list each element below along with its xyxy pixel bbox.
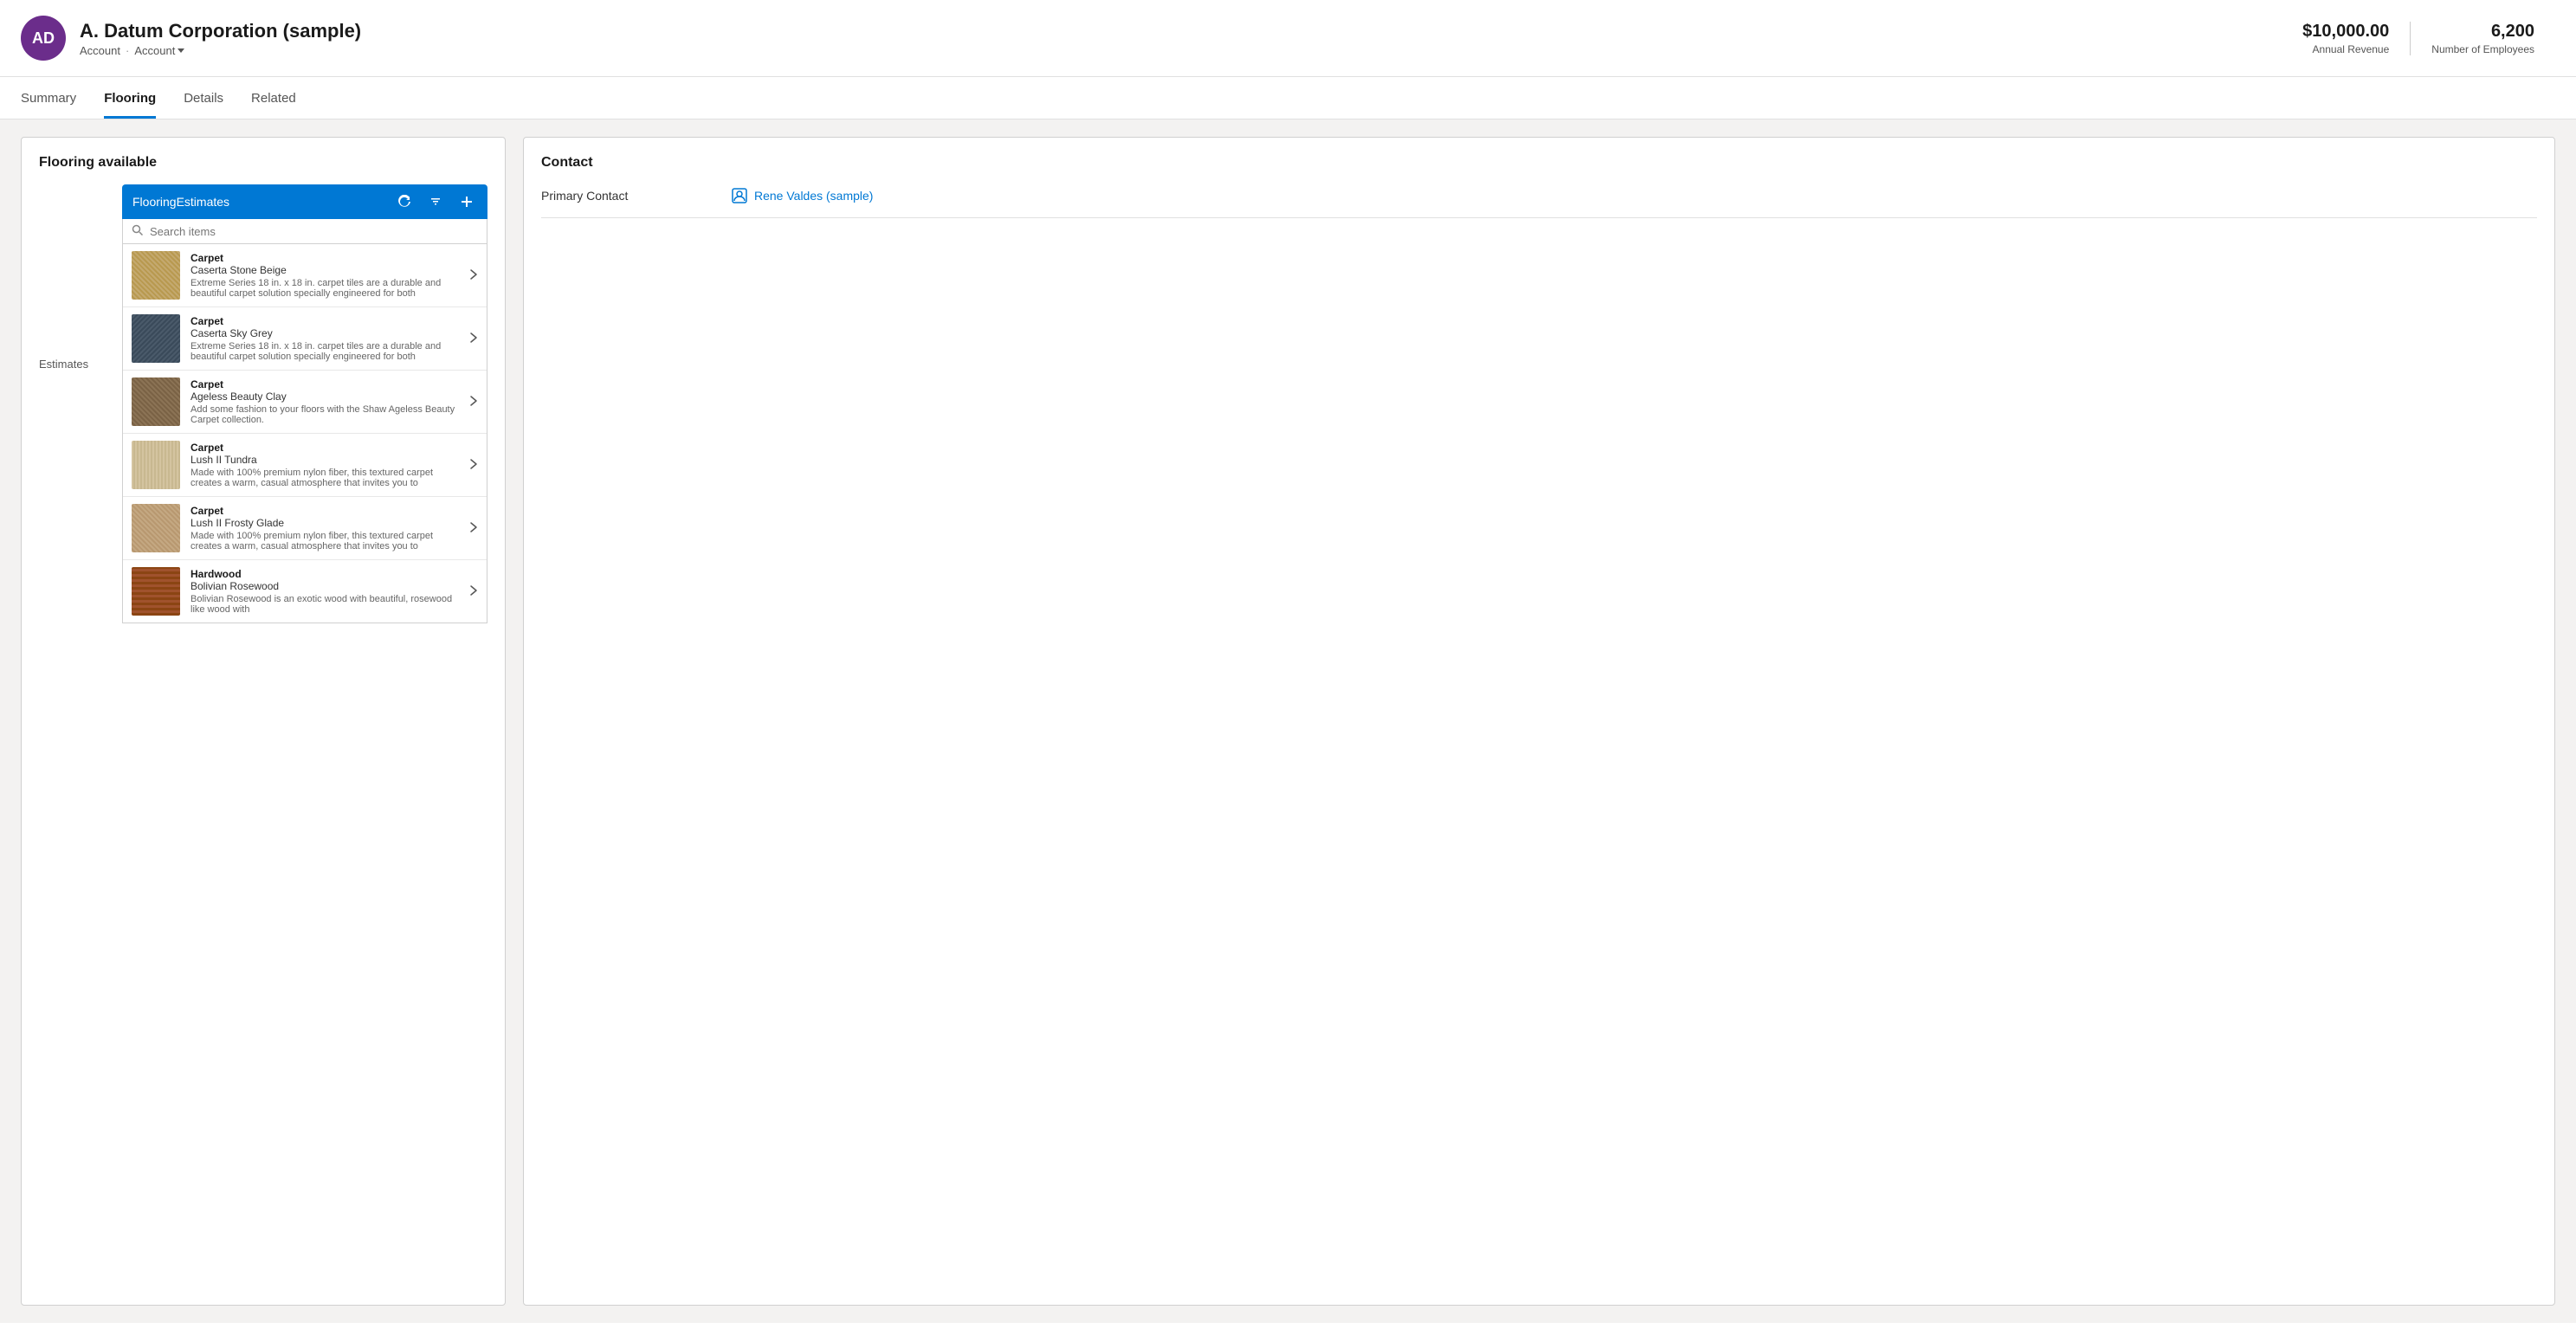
item-description: Made with 100% premium nylon fiber, this… [190,468,459,488]
tab-details[interactable]: Details [184,77,223,119]
item-info: Carpet Lush II Tundra Made with 100% pre… [190,442,459,488]
header-title: A. Datum Corporation (sample) Account · … [80,20,361,57]
item-thumbnail [132,567,180,616]
breadcrumb: Account · Account [80,44,361,57]
primary-contact-value[interactable]: Rene Valdes (sample) [732,188,873,203]
flooring-list-container: FlooringEstimates [122,184,487,623]
contact-person-icon [732,188,747,203]
tab-flooring[interactable]: Flooring [104,77,156,119]
item-category: Carpet [190,378,459,390]
tab-related[interactable]: Related [251,77,296,119]
item-name: Caserta Stone Beige [190,264,459,276]
nav-tabs: Summary Flooring Details Related [0,77,2576,119]
item-category: Carpet [190,315,459,327]
item-chevron-icon [469,268,478,283]
breadcrumb-dropdown[interactable]: Account [134,44,184,57]
list-item[interactable]: Carpet Ageless Beauty Clay Add some fash… [123,371,487,434]
contact-row: Primary Contact Rene Valdes (sample) [541,188,2537,218]
item-thumbnail [132,504,180,552]
flooring-items-list: Carpet Caserta Stone Beige Extreme Serie… [122,244,487,623]
item-thumbnail [132,314,180,363]
estimates-label: Estimates [39,184,108,623]
employees-value: 6,200 [2431,22,2534,42]
add-icon[interactable] [456,191,477,212]
breadcrumb-account2: Account [134,44,175,57]
item-thumbnail [132,377,180,426]
search-bar [122,219,487,244]
item-thumbnail [132,441,180,489]
item-description: Extreme Series 18 in. x 18 in. carpet ti… [190,278,459,299]
item-chevron-icon [469,458,478,473]
list-item[interactable]: Carpet Lush II Tundra Made with 100% pre… [123,434,487,497]
item-chevron-icon [469,584,478,599]
item-chevron-icon [469,332,478,346]
item-chevron-icon [469,521,478,536]
list-item[interactable]: Hardwood Bolivian Rosewood Bolivian Rose… [123,560,487,623]
contact-title: Contact [541,155,2537,171]
item-description: Extreme Series 18 in. x 18 in. carpet ti… [190,341,459,362]
flooring-section: Estimates FlooringEstimates [39,184,487,623]
item-name: Lush II Tundra [190,454,459,466]
search-icon [132,224,143,238]
header-stats: $10,000.00 Annual Revenue 6,200 Number o… [2282,22,2555,55]
list-item[interactable]: Carpet Caserta Stone Beige Extreme Serie… [123,244,487,307]
list-item[interactable]: Carpet Caserta Sky Grey Extreme Series 1… [123,307,487,371]
item-chevron-icon [469,395,478,410]
sort-icon[interactable] [425,191,446,212]
item-description: Made with 100% premium nylon fiber, this… [190,531,459,552]
toolbar-label: FlooringEstimates [132,195,384,209]
item-name: Ageless Beauty Clay [190,390,459,403]
primary-contact-label: Primary Contact [541,189,697,203]
employees-label: Number of Employees [2431,43,2534,55]
contact-panel: Contact Primary Contact Rene Valdes (sam… [523,137,2555,1306]
item-category: Carpet [190,252,459,264]
item-info: Carpet Caserta Sky Grey Extreme Series 1… [190,315,459,362]
annual-revenue-stat: $10,000.00 Annual Revenue [2282,22,2411,55]
breadcrumb-account1[interactable]: Account [80,44,120,57]
item-category: Carpet [190,505,459,517]
tab-summary[interactable]: Summary [21,77,76,119]
avatar: AD [21,16,66,61]
refresh-icon[interactable] [394,191,415,212]
item-name: Bolivian Rosewood [190,580,459,592]
breadcrumb-separator: · [126,44,129,57]
item-info: Carpet Lush II Frosty Glade Made with 10… [190,505,459,552]
item-thumbnail [132,251,180,300]
chevron-down-icon [178,48,184,53]
item-name: Caserta Sky Grey [190,327,459,339]
annual-revenue-label: Annual Revenue [2302,43,2389,55]
employees-stat: 6,200 Number of Employees [2411,22,2555,55]
item-category: Carpet [190,442,459,454]
list-item[interactable]: Carpet Lush II Frosty Glade Made with 10… [123,497,487,560]
annual-revenue-value: $10,000.00 [2302,22,2389,42]
flooring-panel: Flooring available Estimates FlooringEst… [21,137,506,1306]
item-info: Carpet Ageless Beauty Clay Add some fash… [190,378,459,425]
item-description: Add some fashion to your floors with the… [190,404,459,425]
flooring-toolbar: FlooringEstimates [122,184,487,219]
flooring-panel-title: Flooring available [39,155,487,171]
primary-contact-name[interactable]: Rene Valdes (sample) [754,189,873,203]
search-input[interactable] [150,225,478,238]
company-name: A. Datum Corporation (sample) [80,20,361,42]
item-description: Bolivian Rosewood is an exotic wood with… [190,594,459,615]
header: AD A. Datum Corporation (sample) Account… [0,0,2576,77]
item-info: Carpet Caserta Stone Beige Extreme Serie… [190,252,459,299]
item-info: Hardwood Bolivian Rosewood Bolivian Rose… [190,568,459,615]
item-name: Lush II Frosty Glade [190,517,459,529]
item-category: Hardwood [190,568,459,580]
header-left: AD A. Datum Corporation (sample) Account… [21,16,361,61]
main-content: Flooring available Estimates FlooringEst… [0,119,2576,1323]
